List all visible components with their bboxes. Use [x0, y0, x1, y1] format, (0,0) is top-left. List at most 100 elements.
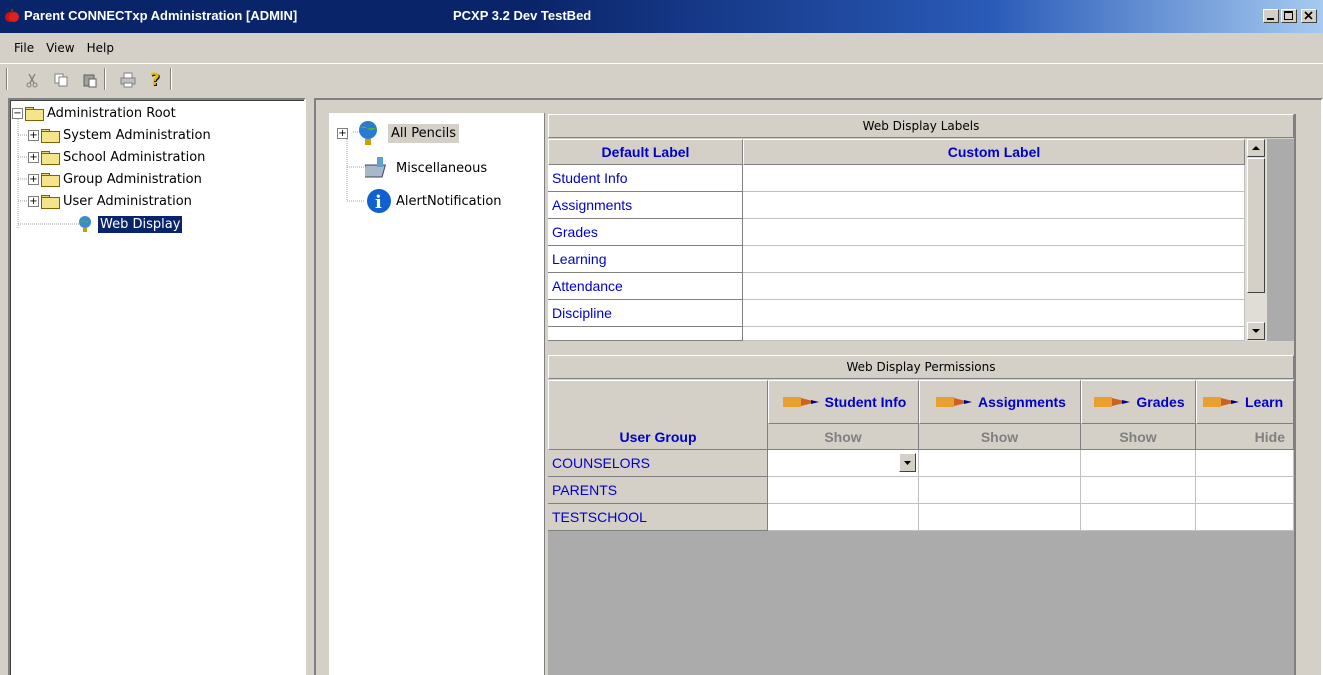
tree-item-miscellaneous[interactable]: Miscellaneous [365, 155, 487, 181]
permission-cell[interactable] [1081, 504, 1196, 531]
tree-item-web-display[interactable]: Web Display [76, 214, 183, 234]
label-row-learning[interactable]: Learning [548, 246, 743, 273]
permission-cell[interactable] [919, 504, 1081, 531]
custom-label-cell[interactable] [743, 165, 1245, 192]
column-header-learning[interactable]: Learn [1196, 380, 1294, 424]
maximize-icon [1284, 11, 1293, 20]
permissions-grid-title: Web Display Permissions [548, 355, 1294, 379]
menu-file[interactable]: File [8, 38, 40, 58]
permission-cell[interactable] [1196, 504, 1294, 531]
tree-item-alertnotification[interactable]: i AlertNotification [365, 188, 502, 214]
column-label: Learn [1245, 394, 1284, 410]
cut-icon [26, 73, 38, 88]
copy-icon [54, 73, 68, 87]
column-header-default-label[interactable]: Default Label [548, 139, 743, 165]
tree-item-label: AlertNotification [396, 193, 502, 209]
arrow-down-icon [1252, 329, 1260, 333]
scroll-thumb[interactable] [1247, 158, 1265, 293]
pencil-icon [782, 397, 819, 407]
labels-scrollbar[interactable] [1245, 139, 1267, 341]
admin-tree[interactable]: − Administration Root + System Administr… [8, 98, 306, 675]
column-header-user-group[interactable]: User Group [548, 380, 768, 450]
column-header-student-info[interactable]: Student Info [768, 380, 919, 424]
arrow-up-icon [1252, 146, 1260, 150]
expand-icon[interactable]: + [28, 173, 39, 185]
custom-label-cell[interactable] [743, 246, 1245, 273]
close-icon [1304, 11, 1313, 20]
permission-cell[interactable] [768, 450, 919, 477]
minimize-icon [1267, 18, 1274, 20]
tree-item-label: Miscellaneous [396, 160, 488, 176]
label-row-discipline[interactable]: Discipline [548, 300, 743, 327]
tree-item-label: System Administration [63, 127, 211, 143]
cut-button[interactable] [22, 70, 42, 90]
group-row-parents[interactable]: PARENTS [548, 477, 768, 504]
permission-cell[interactable] [919, 450, 1081, 477]
column-label: Grades [1136, 394, 1185, 410]
close-button[interactable] [1301, 9, 1317, 23]
tree-item-admin-root[interactable]: − Administration Root [12, 103, 176, 123]
expand-icon[interactable]: + [28, 129, 39, 141]
permission-cell[interactable] [919, 477, 1081, 504]
column-label: Assignments [978, 394, 1066, 410]
folder-icon [41, 128, 60, 143]
window-subtitle: PCXP 3.2 Dev TestBed [453, 8, 592, 23]
expand-icon[interactable]: + [337, 127, 348, 139]
minimize-button[interactable] [1263, 9, 1279, 23]
column-header-grades[interactable]: Grades [1081, 380, 1196, 424]
maximize-button[interactable] [1281, 9, 1297, 23]
label-row-grades[interactable]: Grades [548, 219, 743, 246]
menu-help[interactable]: Help [81, 38, 120, 58]
paste-button[interactable] [80, 70, 100, 90]
tree-item-school-administration[interactable]: + School Administration [28, 147, 205, 167]
menu-bar: File View Help [0, 38, 1323, 58]
permission-cell[interactable] [1196, 477, 1294, 504]
group-row-testschool[interactable]: TESTSCHOOL [548, 504, 768, 531]
tree-item-user-administration[interactable]: + User Administration [28, 191, 192, 211]
column-default-learning[interactable]: Hide [1196, 424, 1294, 450]
tree-item-system-administration[interactable]: + System Administration [28, 125, 211, 145]
scroll-down-button[interactable] [1247, 322, 1265, 340]
menu-view[interactable]: View [40, 38, 80, 58]
custom-label-cell[interactable] [743, 300, 1245, 327]
pencil-icon [1203, 397, 1239, 407]
pencil-icon [1094, 397, 1131, 407]
group-row-counselors[interactable]: COUNSELORS [548, 450, 768, 477]
expand-icon[interactable]: + [28, 195, 39, 207]
apple-app-icon [5, 9, 19, 22]
permission-cell[interactable] [768, 504, 919, 531]
tree-item-group-administration[interactable]: + Group Administration [28, 169, 202, 189]
print-button[interactable] [118, 70, 138, 90]
label-row-attendance[interactable]: Attendance [548, 273, 743, 300]
permission-cell[interactable] [1081, 477, 1196, 504]
pencil-tree[interactable]: + All Pencils Miscellaneous i AlertNotif… [329, 113, 545, 675]
collapse-icon[interactable]: − [12, 107, 23, 119]
folder-icon [41, 150, 60, 165]
notepad-icon [365, 157, 386, 178]
column-label: Student Info [824, 394, 907, 410]
pencil-icon [936, 397, 973, 407]
permission-cell[interactable] [1196, 450, 1294, 477]
tree-item-label: Web Display [98, 215, 183, 233]
scroll-up-button[interactable] [1247, 139, 1265, 157]
label-row-assignments[interactable]: Assignments [548, 192, 743, 219]
toolbar-separator [6, 68, 8, 90]
dropdown-button[interactable] [899, 453, 916, 472]
permission-cell[interactable] [768, 477, 919, 504]
permission-cell[interactable] [1081, 450, 1196, 477]
column-header-assignments[interactable]: Assignments [919, 380, 1081, 424]
label-row-student-info[interactable]: Student Info [548, 165, 743, 192]
expand-icon[interactable]: + [28, 151, 39, 163]
column-default-grades[interactable]: Show [1081, 424, 1196, 450]
tree-item-all-pencils[interactable]: + All Pencils [337, 121, 460, 145]
column-default-student-info[interactable]: Show [768, 424, 919, 450]
title-bar[interactable]: Parent CONNECTxp Administration [ADMIN] … [0, 0, 1323, 33]
column-header-custom-label[interactable]: Custom Label [743, 139, 1245, 165]
column-default-assignments[interactable]: Show [919, 424, 1081, 450]
custom-label-cell[interactable] [743, 219, 1245, 246]
copy-button[interactable] [51, 70, 71, 90]
help-button[interactable]: ?? [146, 70, 166, 90]
custom-label-cell[interactable] [743, 192, 1245, 219]
toolbar: ?? [0, 63, 1323, 93]
custom-label-cell[interactable] [743, 273, 1245, 300]
